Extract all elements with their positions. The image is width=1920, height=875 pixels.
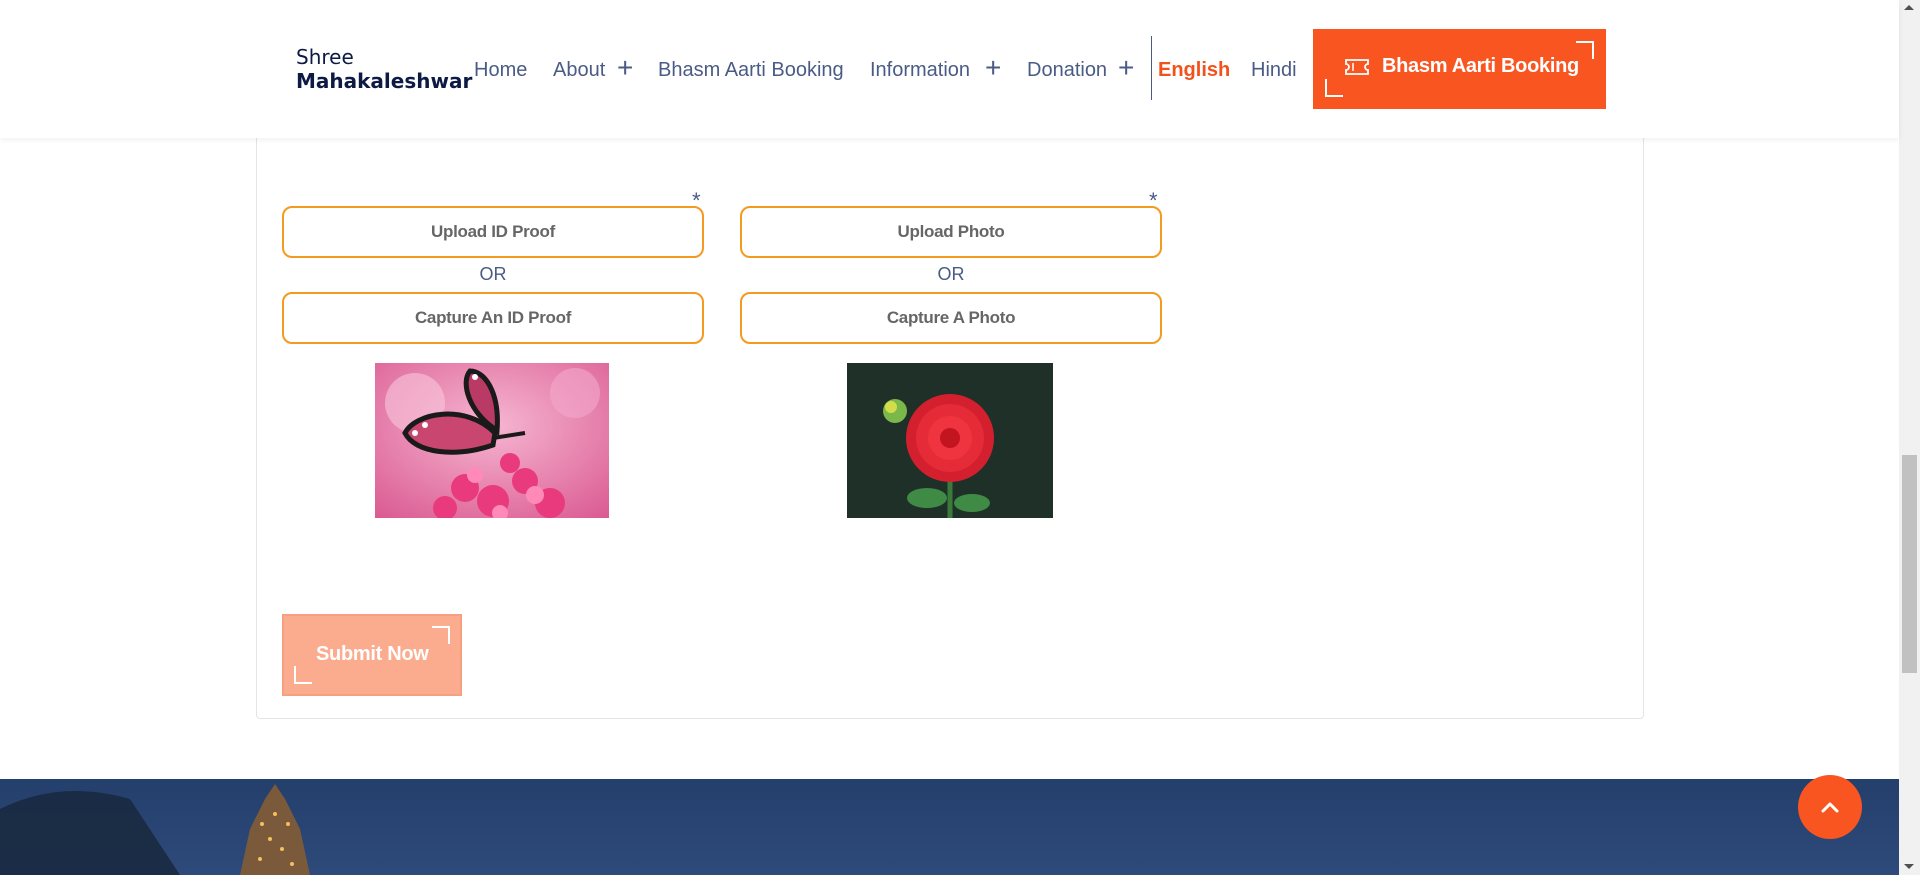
nav-bhasm-aarti[interactable]: Bhasm Aarti Booking <box>658 56 844 84</box>
bhasm-aarti-booking-button[interactable]: Bhasm Aarti Booking <box>1313 29 1606 109</box>
nav-divider <box>1151 36 1152 100</box>
scroll-down-arrow-icon[interactable] <box>1904 864 1914 869</box>
page-scrollbar[interactable] <box>1899 0 1920 875</box>
nav-information[interactable]: Information <box>870 56 970 84</box>
nav-home[interactable]: Home <box>474 56 527 84</box>
scroll-up-arrow-icon[interactable] <box>1904 5 1914 10</box>
upload-id-proof-button[interactable]: Upload ID Proof <box>282 206 704 258</box>
photo-preview-image <box>847 363 1053 518</box>
nav-donation[interactable]: Donation <box>1027 56 1107 84</box>
or-separator-id: OR <box>479 264 507 284</box>
cta-label: Bhasm Aarti Booking <box>1382 55 1579 77</box>
ticket-icon <box>1345 59 1369 80</box>
site-header: Shree Mahakaleshwar Home About + Bhasm A… <box>0 0 1899 138</box>
chevron-up-icon <box>1821 802 1839 813</box>
capture-id-proof-button[interactable]: Capture An ID Proof <box>282 292 704 344</box>
scroll-to-top-button[interactable] <box>1798 775 1862 839</box>
nav-about[interactable]: About <box>553 56 605 84</box>
upload-photo-button[interactable]: Upload Photo <box>740 206 1162 258</box>
capture-photo-button[interactable]: Capture A Photo <box>740 292 1162 344</box>
donation-plus-icon[interactable]: + <box>1118 54 1134 82</box>
logo-line-2: Mahakaleshwar <box>296 69 473 93</box>
id-proof-preview-image <box>375 363 609 518</box>
corner-accent <box>1325 79 1343 97</box>
site-logo[interactable]: Shree Mahakaleshwar <box>296 45 472 93</box>
corner-accent <box>432 626 450 644</box>
submit-label: Submit Now <box>316 643 429 665</box>
footer-banner <box>0 779 1899 875</box>
lang-english[interactable]: English <box>1158 56 1230 84</box>
lang-hindi[interactable]: Hindi <box>1251 56 1297 84</box>
or-separator-photo: OR <box>937 264 965 284</box>
scrollbar-thumb[interactable] <box>1902 455 1917 673</box>
information-plus-icon[interactable]: + <box>985 54 1001 82</box>
about-plus-icon[interactable]: + <box>617 54 633 82</box>
corner-accent <box>294 666 312 684</box>
submit-button[interactable]: Submit Now <box>282 614 462 696</box>
logo-line-1: Shree <box>296 45 354 69</box>
corner-accent <box>1576 41 1594 59</box>
